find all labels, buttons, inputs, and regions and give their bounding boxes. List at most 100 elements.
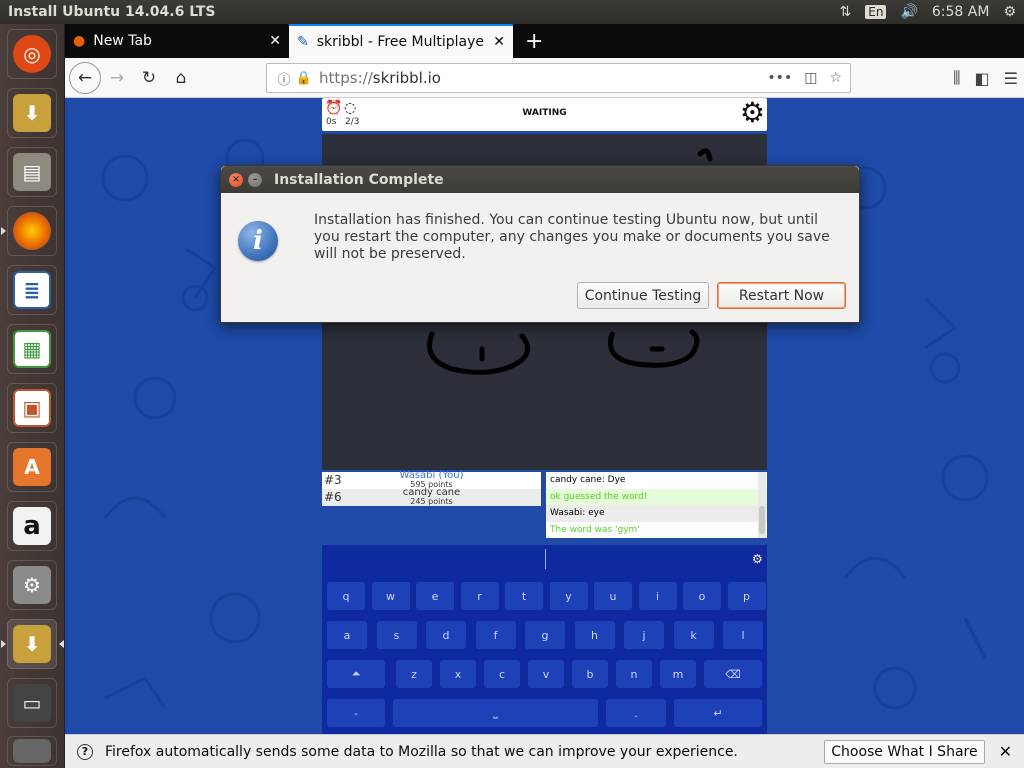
url-host: skribbl.io [372, 69, 441, 87]
pocket-icon[interactable]: ◫ [804, 70, 817, 86]
window-title: Install Ubuntu 14.04.6 LTS [8, 4, 216, 20]
shopping-bag-icon: A [13, 448, 51, 486]
keyboard-key[interactable]: o [683, 582, 721, 610]
keyboard-key[interactable]: a [327, 621, 367, 649]
keyboard-key[interactable]: r [460, 582, 499, 610]
new-tab-button[interactable]: + [513, 24, 555, 58]
sidebar-icon[interactable]: ◧ [975, 69, 990, 88]
tab-label: skribbl - Free Multiplayer [316, 34, 486, 50]
keyboard-key[interactable]: ⌫ [704, 660, 762, 688]
keyboard-key[interactable]: f [475, 621, 516, 649]
disk-launcher[interactable]: ▭ [7, 678, 57, 728]
keyboard-key[interactable]: i [638, 582, 677, 610]
dialog-close-icon[interactable]: × [229, 172, 243, 187]
tab-skribbl[interactable]: ✎ skribbl - Free Multiplayer ✕ [289, 24, 513, 58]
site-info-icon[interactable]: ⓘ [273, 69, 295, 88]
spreadsheet-icon: ▦ [13, 330, 51, 368]
player-row: #6 candy cane 245 points [322, 487, 541, 506]
keyboard-key[interactable]: u [594, 582, 632, 610]
player-list: #3 Wasabi (You) 595 points #6 candy cane… [322, 470, 541, 506]
home-button[interactable]: ⌂ [165, 62, 197, 94]
firefox-launcher[interactable] [7, 206, 57, 256]
trash-icon [13, 739, 51, 763]
keyboard-key[interactable]: t [505, 582, 543, 610]
keyboard-key[interactable]: n [616, 660, 652, 688]
player-points: 245 points [410, 497, 453, 506]
chat-scrollbar[interactable] [758, 472, 766, 538]
restart-now-button[interactable]: Restart Now [717, 282, 846, 309]
keyboard-key[interactable]: s [376, 621, 417, 649]
software-center-launcher[interactable]: A [7, 442, 57, 492]
url-bar[interactable]: ⓘ 🔒 https://skribbl.io ••• ◫ ☆ [266, 63, 851, 93]
keyboard-key[interactable]: g [525, 621, 565, 649]
close-tab-icon[interactable]: ✕ [493, 34, 505, 50]
system-gear-icon[interactable]: ⚙ [1003, 4, 1016, 20]
keyboard-layout-indicator[interactable]: En [865, 5, 887, 19]
url-text[interactable]: https://skribbl.io [313, 69, 767, 87]
bookmark-star-icon[interactable]: ☆ [829, 70, 842, 86]
impress-launcher[interactable]: ▣ [7, 383, 57, 433]
keyboard-key[interactable]: l [723, 621, 763, 649]
chat-input-caret[interactable] [545, 549, 546, 569]
library-icon[interactable]: ⫼ [953, 68, 960, 88]
back-button[interactable]: ← [69, 61, 101, 94]
chat-message: candy cane: Dye [550, 475, 626, 486]
keyboard-key[interactable]: w [371, 582, 410, 610]
help-question-icon: ? [77, 743, 93, 760]
trash-launcher[interactable] [7, 736, 57, 766]
volume-icon[interactable]: 🔊 [900, 4, 917, 20]
forward-button[interactable]: → [101, 62, 133, 94]
keyboard-key[interactable]: j [624, 621, 664, 649]
choose-what-i-share-button[interactable]: Choose What I Share [824, 739, 985, 764]
keyboard-key[interactable]: q [327, 582, 365, 610]
installer-launcher[interactable]: ⬇ [7, 88, 57, 138]
chat-box: candy cane: Dye ok guessed the word! Was… [546, 472, 767, 538]
secure-lock-icon[interactable]: 🔒 [295, 71, 313, 86]
installer-running-launcher[interactable]: ⬇ [7, 619, 57, 669]
ubuntu-dash-button[interactable]: ◎ [7, 29, 57, 79]
keyboard-key[interactable]: c [484, 660, 520, 688]
page-actions-icon[interactable]: ••• [767, 70, 792, 86]
network-icon[interactable]: ⇅ [840, 4, 852, 20]
keyboard-key[interactable]: d [426, 621, 466, 649]
keyboard-key[interactable]: y [549, 582, 588, 610]
settings-gear-icon[interactable]: ⚙ [740, 98, 765, 128]
keyboard-key[interactable]: p [727, 582, 766, 610]
keyboard-key[interactable]: k [673, 621, 714, 649]
close-tab-icon[interactable]: ✕ [269, 33, 281, 49]
keyboard-key[interactable]: z [396, 660, 432, 688]
dialog-title: Installation Complete [274, 171, 444, 188]
keyboard-key[interactable]: ↵ [674, 699, 762, 727]
files-launcher[interactable]: ▤ [7, 147, 57, 197]
reload-button[interactable]: ↻ [133, 62, 165, 94]
continue-testing-button[interactable]: Continue Testing [577, 282, 709, 309]
dialog-minimize-icon[interactable]: – [248, 172, 262, 187]
writer-launcher[interactable]: ≣ [7, 265, 57, 315]
keyboard-key[interactable]: ⏶ [327, 660, 385, 688]
amazon-launcher[interactable]: a [7, 501, 57, 551]
tab-new-tab[interactable]: ● New Tab ✕ [65, 24, 289, 58]
firefox-favicon-icon: ● [73, 33, 86, 49]
system-tray: ⇅ En 🔊 6:58 AM ⚙ [840, 4, 1024, 20]
keyboard-key[interactable]: x [440, 660, 476, 688]
keyboard-key[interactable]: h [574, 621, 615, 649]
close-notification-icon[interactable]: ✕ [999, 742, 1012, 761]
dialog-titlebar[interactable]: × – Installation Complete [221, 166, 859, 193]
keyboard-key[interactable]: e [416, 582, 454, 610]
chat-message: ok guessed the word! [546, 488, 767, 505]
file-cabinet-icon: ▤ [13, 153, 51, 191]
keyboard-key[interactable]: - [327, 699, 385, 727]
keyboard-key[interactable]: v [528, 660, 564, 688]
keyboard-key[interactable]: . [606, 699, 666, 727]
chat-scrollbar-thumb[interactable] [759, 506, 765, 534]
keyboard-settings-icon[interactable]: ⚙ [752, 552, 763, 566]
clock[interactable]: 6:58 AM [932, 4, 990, 20]
calc-launcher[interactable]: ▦ [7, 324, 57, 374]
keyboard-key[interactable]: m [660, 660, 696, 688]
keyboard-key[interactable]: b [572, 660, 608, 688]
hamburger-menu-icon[interactable]: ☰ [1004, 69, 1018, 88]
navigation-toolbar: ← → ↻ ⌂ ⓘ 🔒 https://skribbl.io ••• ◫ ☆ ⫼… [65, 58, 1024, 98]
system-settings-launcher[interactable]: ⚙ [7, 560, 57, 610]
keyboard-key[interactable]: ⎵ [393, 699, 598, 727]
game-header: ⏰ ◌ 0s 2/3 WAITING ⚙ [322, 98, 767, 131]
